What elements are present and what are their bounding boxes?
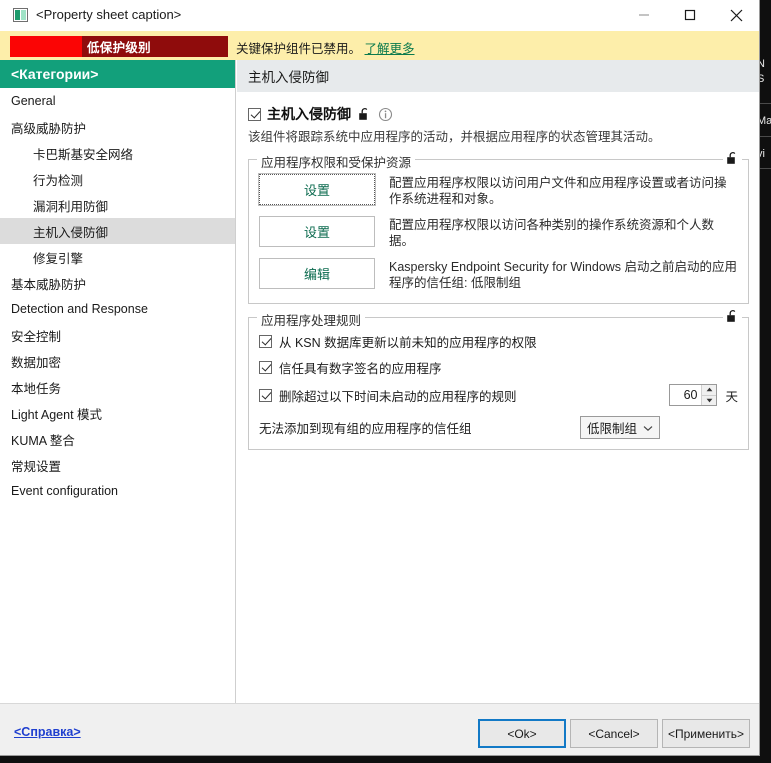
lock-icon[interactable] (357, 107, 372, 122)
lock-icon[interactable] (723, 151, 742, 166)
update-from-ksn-label: 从 KSN 数据库更新以前未知的应用程序的权限 (279, 336, 537, 350)
sidebar-item-kaspersky-security-network[interactable]: 卡巴斯基安全网络 (0, 140, 235, 166)
property-sheet-dialog: <Property sheet caption> 低保护级别 关键保护组件已禁用… (0, 0, 760, 756)
enable-component-checkbox[interactable] (248, 107, 261, 121)
close-icon[interactable] (713, 0, 759, 30)
sidebar-item-behavior-detection[interactable]: 行为检测 (0, 166, 235, 192)
application-privileges-group: 应用程序权限和受保护资源 设置 配置应用程序权限以访问用户文件和应用程序设置或者… (248, 151, 749, 304)
privileges-description: 配置应用程序权限以访问用户文件和应用程序设置或者访问操作系统进程和对象。 (389, 176, 727, 206)
sidebar-item-label: KUMA 整合 (11, 433, 75, 448)
learn-more-link[interactable]: 了解更多 (365, 42, 415, 56)
maximize-icon[interactable] (667, 0, 713, 30)
content-inner: 主机入侵防御 该组件将跟踪系统中应用程序的活动，并根据应用程序的状态管理其活动。… (237, 92, 759, 450)
component-description: 该组件将跟踪系统中应用程序的活动，并根据应用程序的状态管理其活动。 (248, 130, 661, 144)
startup-trust-group-row: 编辑 Kaspersky Endpoint Security for Windo… (259, 258, 738, 291)
sidebar-item-general-settings[interactable]: 常规设置 (0, 452, 235, 478)
sidebar-item-label: Detection and Response (11, 302, 148, 316)
sidebar-item-label: 数据加密 (11, 355, 62, 370)
sidebar-item-advanced-threat-protection[interactable]: 高级威胁防护 (0, 114, 235, 140)
configure-privileges-button[interactable]: 设置 (258, 173, 376, 206)
sidebar-item-label: Light Agent 模式 (11, 407, 103, 422)
warning-message: 关键保护组件已禁用。 了解更多 (236, 38, 415, 57)
info-icon[interactable] (378, 107, 393, 122)
days-spinner-value[interactable]: 60 (670, 385, 701, 405)
sidebar-item-label: 修复引擎 (33, 251, 84, 266)
sidebar-item-general[interactable]: General (0, 88, 235, 114)
page-title: 主机入侵防御 (237, 60, 759, 92)
sidebar-item-data-encryption[interactable]: 数据加密 (0, 348, 235, 374)
window-icon (13, 8, 28, 22)
spinner-up-icon[interactable] (702, 385, 717, 396)
sidebar-item-light-agent-mode[interactable]: Light Agent 模式 (0, 400, 235, 426)
delete-stale-rules-row: 删除超过以下时间未启动的应用程序的规则 60 天 (259, 384, 738, 406)
days-spinner-wrap: 60 天 (669, 384, 738, 406)
application-rules-group: 应用程序处理规则 从 KSN 数据库更新以前未知的应用程序的权限 信任具有数字签… (248, 309, 749, 450)
edit-trust-group-button[interactable]: 编辑 (259, 258, 375, 289)
sidebar-header: <Категории> (0, 60, 235, 88)
default-trust-group-label: 无法添加到现有组的应用程序的信任组 (259, 422, 472, 436)
sidebar-item-label: 常规设置 (11, 459, 62, 474)
trust-signed-apps-label: 信任具有数字签名的应用程序 (279, 362, 442, 376)
sidebar-item-security-controls[interactable]: 安全控制 (0, 322, 235, 348)
protected-resources-settings-row: 设置 配置应用程序权限以访问各种类别的操作系统资源和个人数据。 (259, 216, 738, 249)
sidebar-item-label: 高级威胁防护 (11, 121, 87, 136)
ok-button[interactable]: <Ok> (478, 719, 566, 748)
sidebar-item-exploit-prevention[interactable]: 漏洞利用防御 (0, 192, 235, 218)
title-bar[interactable]: <Property sheet caption> (0, 0, 759, 31)
days-spinner-arrows[interactable] (701, 385, 717, 406)
sidebar-item-label: General (11, 94, 56, 108)
sidebar-item-local-tasks[interactable]: 本地任务 (0, 374, 235, 400)
privileges-settings-row: 设置 配置应用程序权限以访问用户文件和应用程序设置或者访问操作系统进程和对象。 (258, 173, 738, 207)
sidebar-item-label: 漏洞利用防御 (33, 199, 109, 214)
dialog-footer: <Справка> <Ok> <Cancel> <Применить> (0, 703, 759, 755)
protection-level-meter: 低保护级别 (10, 36, 228, 57)
help-link[interactable]: <Справка> (14, 725, 81, 739)
group-title: 应用程序处理规则 (257, 310, 366, 329)
days-unit-label: 天 (725, 389, 738, 404)
warning-message-text: 关键保护组件已禁用。 (236, 42, 362, 56)
warning-bar: 低保护级别 关键保护组件已禁用。 了解更多 (0, 31, 759, 60)
delete-stale-rules-label: 删除超过以下时间未启动的应用程序的规则 (279, 389, 517, 404)
host-intrusion-prevention-row: 主机入侵防御 (248, 104, 749, 124)
default-trust-group-row: 无法添加到现有组的应用程序的信任组 低限制组 (259, 416, 738, 439)
default-trust-group-dropdown[interactable]: 低限制组 (580, 416, 660, 439)
configure-resources-button[interactable]: 设置 (259, 216, 375, 247)
sidebar-item-detection-and-response[interactable]: Detection and Response (0, 296, 235, 322)
sidebar-item-kuma-integration[interactable]: KUMA 整合 (0, 426, 235, 452)
trust-signed-apps-row: 信任具有数字签名的应用程序 (259, 358, 738, 377)
sidebar-item-label: Event configuration (11, 484, 119, 498)
spinner-down-icon[interactable] (702, 396, 716, 406)
sidebar-item-event-configuration[interactable]: Event configuration (0, 478, 235, 504)
trust-signed-apps-checkbox[interactable] (259, 361, 272, 374)
component-title: 主机入侵防御 (267, 106, 351, 122)
sidebar-item-host-intrusion-prevention[interactable]: 主机入侵防御 (0, 218, 235, 244)
update-from-ksn-row: 从 KSN 数据库更新以前未知的应用程序的权限 (259, 332, 738, 351)
default-trust-group-value: 低限制组 (587, 422, 638, 436)
apply-button[interactable]: <Применить> (662, 719, 750, 748)
sidebar-item-label: 本地任务 (11, 381, 62, 396)
sidebar-item-label: 主机入侵防御 (33, 225, 109, 240)
days-spinner[interactable]: 60 (669, 384, 718, 406)
chevron-down-icon (643, 421, 653, 435)
startup-trust-group-description: Kaspersky Endpoint Security for Windows … (389, 260, 738, 290)
window-title: <Property sheet caption> (36, 7, 182, 22)
delete-stale-rules-checkbox[interactable] (259, 388, 272, 402)
resources-description: 配置应用程序权限以访问各种类别的操作系统资源和个人数据。 (389, 218, 715, 248)
sidebar-item-essential-threat-protection[interactable]: 基本威胁防护 (0, 270, 235, 296)
lock-icon[interactable] (723, 309, 742, 324)
sidebar-item-label: 基本威胁防护 (11, 277, 87, 292)
protection-level-label: 低保护级别 (86, 41, 151, 55)
sidebar-item-remediation-engine[interactable]: 修复引擎 (0, 244, 235, 270)
minimize-icon[interactable] (621, 0, 667, 30)
group-title: 应用程序权限和受保护资源 (257, 152, 416, 171)
update-from-ksn-checkbox[interactable] (259, 335, 272, 348)
cancel-button[interactable]: <Cancel> (570, 719, 658, 748)
sidebar-item-label: 安全控制 (11, 329, 62, 344)
sidebar-item-label: 行为检测 (33, 173, 84, 188)
sidebar-item-label: 卡巴斯基安全网络 (33, 147, 134, 162)
content-pane: 主机入侵防御 主机入侵防御 该组件将跟踪系统中应用程序的活动，并根据应用程序的状… (237, 60, 759, 703)
sidebar: <Категории> General 高级威胁防护 卡巴斯基安全网络 行为检测… (0, 60, 236, 703)
dialog-body: <Категории> General 高级威胁防护 卡巴斯基安全网络 行为检测… (0, 60, 759, 703)
